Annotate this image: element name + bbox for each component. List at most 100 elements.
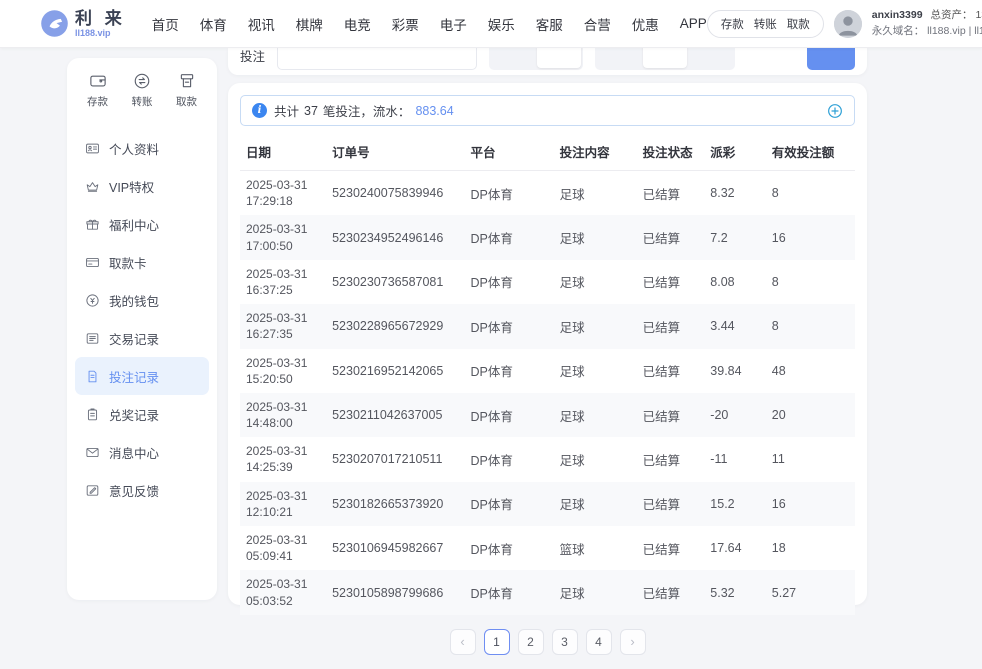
table-row: 2025-03-3117:00:505230234952496146DP体育足球… — [240, 215, 855, 259]
platform-cell: DP体育 — [464, 482, 553, 526]
payout-cell: 39.84 — [704, 349, 766, 393]
pagination-page-3[interactable]: 3 — [552, 629, 578, 655]
order-cell: 5230211042637005 — [326, 393, 464, 437]
payout-cell: 15.2 — [704, 482, 766, 526]
summary-part2: 笔投注，流水： — [323, 101, 411, 120]
sidebar-item-label: 意见反馈 — [109, 481, 159, 500]
column-header-3: 投注内容 — [554, 132, 637, 171]
payout-cell: -20 — [704, 393, 766, 437]
filter-label: 投注 — [240, 48, 265, 65]
nav-item-6[interactable]: 电子 — [440, 14, 467, 34]
table-row: 2025-03-3116:37:255230230736587081DP体育足球… — [240, 260, 855, 304]
transfer-icon — [133, 72, 151, 90]
shortcut-label: 转账 — [132, 94, 153, 109]
filter-segment-group-1[interactable] — [489, 48, 583, 70]
permanent-domain: 永久域名： ll188.vip | ll188.... — [872, 24, 982, 40]
sidebar-item-6[interactable]: 投注记录 — [75, 357, 209, 395]
expand-plus-icon[interactable] — [827, 103, 843, 119]
sidebar-shortcuts: 存款转账 取款 — [67, 72, 217, 109]
column-header-1: 订单号 — [326, 132, 464, 171]
nav-item-5[interactable]: 彩票 — [392, 14, 419, 34]
date-range-input[interactable] — [277, 48, 477, 70]
bet-table-body: 2025-03-3117:29:185230240075839946DP体育足球… — [240, 171, 855, 615]
content-cell: 足球 — [554, 215, 637, 259]
nav-item-9[interactable]: 合营 — [584, 14, 611, 34]
valid-amount-cell: 18 — [766, 526, 855, 570]
bet-records-table: 日期订单号平台投注内容投注状态派彩有效投注额 2025-03-3117:29:1… — [240, 132, 855, 615]
sidebar-shortcut-2[interactable]: 取款 — [176, 72, 197, 109]
gift-icon — [85, 217, 100, 232]
transactions-icon — [85, 331, 100, 346]
status-cell: 已结算 — [637, 304, 705, 348]
sidebar-shortcut-0[interactable]: 存款 — [87, 72, 108, 109]
nav-item-2[interactable]: 视讯 — [248, 14, 275, 34]
sidebar-item-4[interactable]: 我的钱包 — [75, 281, 209, 319]
order-cell: 5230216952142065 — [326, 349, 464, 393]
sidebar-item-2[interactable]: 福利中心 — [75, 205, 209, 243]
filter-segment-group-2[interactable] — [595, 48, 735, 70]
sidebar-item-8[interactable]: 消息中心 — [75, 433, 209, 471]
pagination-page-4[interactable]: 4 — [586, 629, 612, 655]
avatar[interactable] — [834, 10, 862, 38]
platform-cell: DP体育 — [464, 171, 553, 216]
payout-cell: 5.32 — [704, 570, 766, 614]
content-cell: 足球 — [554, 437, 637, 481]
table-row: 2025-03-3117:29:185230240075839946DP体育足球… — [240, 171, 855, 216]
quick-action-0[interactable]: 存款 — [721, 16, 744, 32]
summary-bar: i 共计 37 笔投注，流水： 883.64 — [240, 95, 855, 126]
payout-cell: 8.32 — [704, 171, 766, 216]
bet-records-card: i 共计 37 笔投注，流水： 883.64 日期订单号平台投注内容投注状态派彩… — [228, 83, 867, 605]
sidebar-item-label: VIP特权 — [109, 177, 154, 196]
pagination-next-button[interactable]: › — [620, 629, 646, 655]
date-cell: 2025-03-3114:25:39 — [240, 437, 326, 481]
column-header-0: 日期 — [240, 132, 326, 171]
status-cell: 已结算 — [637, 437, 705, 481]
nav-item-7[interactable]: 娱乐 — [488, 14, 515, 34]
sidebar-item-9[interactable]: 意见反馈 — [75, 471, 209, 509]
nav-item-1[interactable]: 体育 — [200, 14, 227, 34]
sidebar-item-5[interactable]: 交易记录 — [75, 319, 209, 357]
nav-item-4[interactable]: 电竞 — [344, 14, 371, 34]
sidebar-item-label: 消息中心 — [109, 443, 159, 462]
platform-cell: DP体育 — [464, 393, 553, 437]
status-cell: 已结算 — [637, 393, 705, 437]
content-cell: 篮球 — [554, 526, 637, 570]
date-cell: 2025-03-3114:48:00 — [240, 393, 326, 437]
platform-cell: DP体育 — [464, 304, 553, 348]
nav-item-0[interactable]: 首页 — [152, 14, 179, 34]
payout-cell: 17.64 — [704, 526, 766, 570]
pagination-page-2[interactable]: 2 — [518, 629, 544, 655]
nav-item-3[interactable]: 棋牌 — [296, 14, 323, 34]
column-header-6: 有效投注额 — [766, 132, 855, 171]
brand-logo[interactable]: 利 来 ll188.vip — [40, 9, 126, 38]
user-info: anxin3399总资产： 1363.49元 永久域名： ll188.vip |… — [872, 8, 982, 40]
filter-search-button[interactable] — [807, 48, 855, 70]
order-cell: 5230240075839946 — [326, 171, 464, 216]
platform-cell: DP体育 — [464, 260, 553, 304]
table-row: 2025-03-3112:10:215230182665373920DP体育足球… — [240, 482, 855, 526]
shortcut-label: 取款 — [176, 94, 197, 109]
bet-records-icon — [85, 369, 100, 384]
pagination-prev-button[interactable]: ‹ — [450, 629, 476, 655]
sidebar-item-label: 我的钱包 — [109, 291, 159, 310]
pagination: ‹ 1234 › — [240, 615, 855, 669]
sidebar-item-3[interactable]: 取款卡 — [75, 243, 209, 281]
nav-item-11[interactable]: APP — [680, 16, 707, 31]
sidebar-item-1[interactable]: VIP特权 — [75, 167, 209, 205]
valid-amount-cell: 48 — [766, 349, 855, 393]
pagination-page-1[interactable]: 1 — [484, 629, 510, 655]
order-cell: 5230230736587081 — [326, 260, 464, 304]
filter-card: 投注 — [228, 48, 867, 75]
quick-action-1[interactable]: 转账 — [754, 16, 777, 32]
sidebar-shortcut-1[interactable]: 转账 — [132, 72, 153, 109]
table-header-row: 日期订单号平台投注内容投注状态派彩有效投注额 — [240, 132, 855, 171]
valid-amount-cell: 5.27 — [766, 570, 855, 614]
nav-item-8[interactable]: 客服 — [536, 14, 563, 34]
page-body: 存款转账 取款 个人资料 VIP特权福利中心取款卡我的钱包交易记录投注记录兑奖记录消… — [0, 48, 982, 614]
sidebar-item-0[interactable]: 个人资料 — [75, 129, 209, 167]
sidebar-item-7[interactable]: 兑奖记录 — [75, 395, 209, 433]
valid-amount-cell: 8 — [766, 260, 855, 304]
quick-action-2[interactable]: 取款 — [787, 16, 810, 32]
column-header-4: 投注状态 — [637, 132, 705, 171]
nav-item-10[interactable]: 优惠 — [632, 14, 659, 34]
